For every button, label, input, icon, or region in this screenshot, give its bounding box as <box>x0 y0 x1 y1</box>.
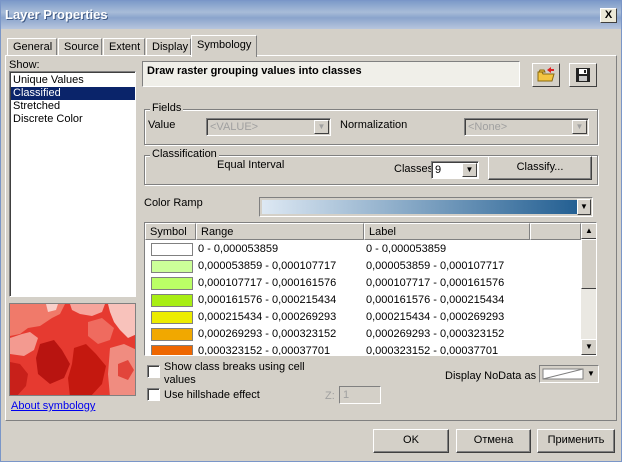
table-row[interactable]: 0,000161576 - 0,000215434 0,000161576 - … <box>145 292 581 309</box>
show-class-breaks-checkbox[interactable] <box>147 365 160 378</box>
symbol-swatch[interactable] <box>151 243 193 256</box>
show-class-breaks-label: Show class breaks using cell <box>164 361 305 373</box>
chevron-down-icon: ▼ <box>587 369 595 378</box>
column-header-label[interactable]: Label <box>364 223 530 240</box>
label-cell[interactable]: 0 - 0,000053859 <box>366 243 446 255</box>
range-cell: 0,000107717 - 0,000161576 <box>198 277 337 289</box>
normalization-dropdown[interactable]: <None> ▼ <box>464 118 589 136</box>
tab-display[interactable]: Display <box>146 38 191 56</box>
nodata-label: Display NoData as <box>445 370 537 382</box>
tab-extent[interactable]: Extent <box>103 38 145 56</box>
chevron-down-icon: ▼ <box>572 120 587 134</box>
label-cell[interactable]: 0,000215434 - 0,000269293 <box>366 311 504 323</box>
column-header-symbol[interactable]: Symbol <box>145 223 196 240</box>
classify-button[interactable]: Classify... <box>488 156 592 180</box>
symbol-swatch[interactable] <box>151 260 193 273</box>
classes-dropdown[interactable]: 9 ▼ <box>431 161 479 179</box>
ok-button[interactable]: OK <box>373 429 449 453</box>
label-cell[interactable]: 0,000323152 - 0,00037701 <box>366 345 498 355</box>
hillshade-label: Use hillshade effect <box>164 389 260 401</box>
label-cell[interactable]: 0,000107717 - 0,000161576 <box>366 277 504 289</box>
column-header-blank <box>530 223 581 240</box>
color-ramp-label: Color Ramp <box>144 197 203 209</box>
table-vertical-scrollbar[interactable]: ▲ ▼ <box>581 223 596 355</box>
close-button[interactable]: X <box>600 8 617 23</box>
color-ramp-dropdown[interactable]: ▼ <box>259 197 593 217</box>
about-symbology-link[interactable]: About symbology <box>11 400 95 412</box>
table-row[interactable]: 0,000053859 - 0,000107717 0,000053859 - … <box>145 258 581 275</box>
value-field-selected: <VALUE> <box>210 121 259 133</box>
list-item-discrete-color[interactable]: Discrete Color <box>11 113 135 126</box>
fields-group-title: Fields <box>150 102 184 114</box>
symbol-swatch[interactable] <box>151 345 193 355</box>
chevron-down-icon: ▼ <box>314 120 329 134</box>
floppy-disk-icon <box>570 68 596 89</box>
label-cell[interactable]: 0,000053859 - 0,000107717 <box>366 260 504 272</box>
save-layer-file-button[interactable] <box>569 63 597 87</box>
open-layer-file-button[interactable] <box>532 63 560 87</box>
range-cell: 0,000323152 - 0,00037701 <box>198 345 331 356</box>
range-cell: 0,000215434 - 0,000269293 <box>198 311 337 323</box>
show-class-breaks-label-2: values <box>164 374 196 386</box>
window-title: Layer Properties <box>5 7 108 22</box>
classification-group-title: Classification <box>150 148 219 160</box>
label-cell[interactable]: 0,000161576 - 0,000215434 <box>366 294 504 306</box>
tab-symbology[interactable]: Symbology <box>191 35 257 57</box>
folder-open-icon <box>533 67 559 89</box>
show-label: Show: <box>9 59 40 71</box>
tab-general[interactable]: General <box>7 38 57 56</box>
color-ramp-gradient <box>262 200 578 214</box>
list-item-classified[interactable]: Classified <box>11 87 135 100</box>
classes-selected: 9 <box>435 164 442 176</box>
column-header-range[interactable]: Range <box>196 223 364 240</box>
scroll-down-button[interactable]: ▼ <box>581 339 596 355</box>
range-cell: 0,000269293 - 0,000323152 <box>198 328 337 340</box>
normalization-label: Normalization <box>340 119 408 131</box>
title-bar[interactable]: Layer Properties X <box>1 1 621 29</box>
range-cell: 0 - 0,000053859 <box>198 243 279 255</box>
classes-label: Classes <box>394 163 434 175</box>
symbol-swatch[interactable] <box>151 294 193 307</box>
label-cell[interactable]: 0,000269293 - 0,000323152 <box>366 328 504 340</box>
apply-button[interactable]: Применить <box>537 429 615 453</box>
hillshade-checkbox[interactable] <box>147 388 160 401</box>
cancel-button[interactable]: Отмена <box>456 429 531 453</box>
renderer-description: Draw raster grouping values into classes <box>142 61 520 87</box>
renderer-list[interactable]: Unique Values Classified Stretched Discr… <box>9 71 136 297</box>
table-row[interactable]: 0,000107717 - 0,000161576 0,000107717 - … <box>145 275 581 292</box>
raster-preview-image <box>9 303 136 396</box>
value-field-dropdown[interactable]: <VALUE> ▼ <box>206 118 331 136</box>
layer-properties-dialog: Layer Properties X General Source Extent… <box>0 0 622 462</box>
scroll-thumb[interactable] <box>581 239 596 289</box>
table-row[interactable]: 0 - 0,000053859 0 - 0,000053859 <box>145 241 581 258</box>
symbol-swatch[interactable] <box>151 328 193 341</box>
normalization-selected: <None> <box>468 121 508 133</box>
classification-method: Equal Interval <box>217 159 285 171</box>
range-cell: 0,000053859 - 0,000107717 <box>198 260 337 272</box>
nodata-color-picker[interactable]: ▼ <box>539 365 599 383</box>
z-label: Z: <box>325 390 335 402</box>
z-factor-input[interactable]: 1 <box>339 386 381 404</box>
table-row[interactable]: 0,000269293 - 0,000323152 0,000269293 - … <box>145 326 581 343</box>
class-symbol-table[interactable]: Symbol Range Label 0 - 0,000053859 0 - 0… <box>144 222 597 356</box>
symbol-swatch[interactable] <box>151 277 193 290</box>
chevron-down-icon: ▼ <box>577 199 591 215</box>
tab-source[interactable]: Source <box>58 38 102 56</box>
symbol-swatch[interactable] <box>151 311 193 324</box>
scroll-up-button[interactable]: ▲ <box>581 223 596 239</box>
range-cell: 0,000161576 - 0,000215434 <box>198 294 337 306</box>
list-item-unique-values[interactable]: Unique Values <box>11 74 135 87</box>
value-label: Value <box>148 119 176 131</box>
list-item-stretched[interactable]: Stretched <box>11 100 135 113</box>
table-row[interactable]: 0,000323152 - 0,00037701 0,000323152 - 0… <box>145 343 581 356</box>
table-row[interactable]: 0,000215434 - 0,000269293 0,000215434 - … <box>145 309 581 326</box>
chevron-down-icon: ▼ <box>462 163 477 177</box>
